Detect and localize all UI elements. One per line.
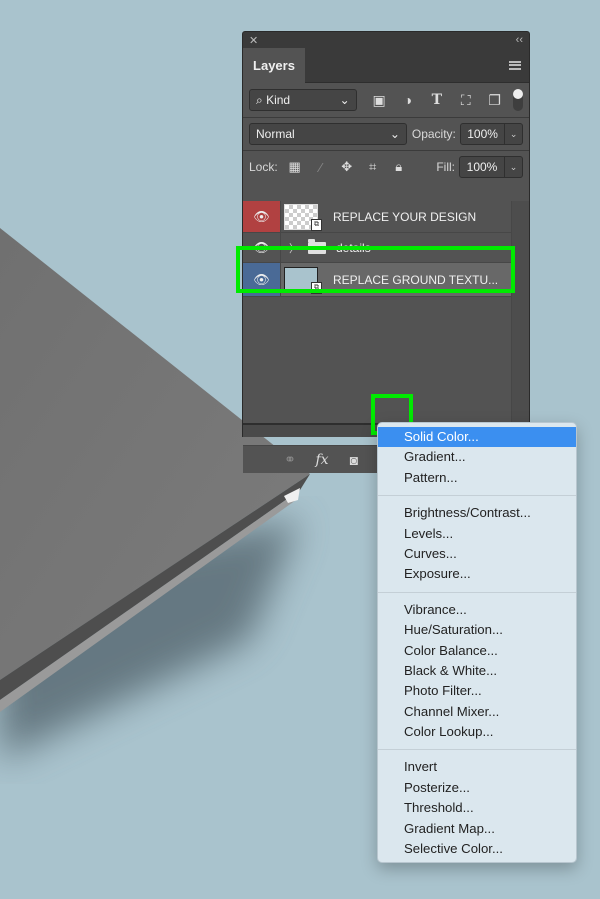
layer-thumbnail: ⧉ <box>284 266 326 294</box>
menu-item-invert[interactable]: Invert <box>378 757 576 777</box>
type-filter-icon[interactable]: T <box>422 92 451 108</box>
menu-item-curves[interactable]: Curves... <box>378 544 576 564</box>
smart-object-filter-icon[interactable]: ❐ <box>480 92 509 109</box>
layer-list: 👁︎ ⧉ REPLACE YOUR DESIGN 👁︎ 〉 details 👁︎… <box>243 201 511 297</box>
smart-object-icon: ⧉ <box>311 218 322 231</box>
chevron-down-icon: ⌄ <box>339 93 350 107</box>
chevron-down-icon: ⌄ <box>389 127 400 141</box>
layer-name: REPLACE YOUR DESIGN <box>333 209 477 224</box>
menu-item-vibrance[interactable]: Vibrance... <box>378 600 576 620</box>
menu-item-color-lookup[interactable]: Color Lookup... <box>378 722 576 742</box>
eye-icon[interactable]: 👁︎ <box>243 201 281 232</box>
fx-icon[interactable]: fx <box>306 452 338 468</box>
menu-item-brightness-contrast[interactable]: Brightness/Contrast... <box>378 503 576 523</box>
lock-all-icon[interactable]: 🔒︎ <box>386 159 412 175</box>
lock-brush-icon[interactable]: ⁄ <box>308 160 334 175</box>
layer-list-scrollbar[interactable] <box>511 201 529 433</box>
opacity-dropdown[interactable]: ⌄ <box>505 123 523 145</box>
layers-panel: ✕ ‹‹ Layers ⌕ Kind ⌄ ▣ ◑ T ⛶ ❐ Normal ⌄ … <box>242 31 530 473</box>
filter-kind-label: Kind <box>266 92 291 107</box>
menu-item-black-white[interactable]: Black & White... <box>378 661 576 681</box>
opacity-input[interactable]: 100% <box>459 123 506 145</box>
blend-mode-select[interactable]: Normal ⌄ <box>249 123 407 145</box>
menu-item-exposure[interactable]: Exposure... <box>378 564 576 584</box>
close-icon[interactable]: ✕ <box>249 34 258 47</box>
lock-label: Lock: <box>249 160 278 174</box>
menu-item-threshold[interactable]: Threshold... <box>378 798 576 818</box>
fill-dropdown[interactable]: ⌄ <box>505 156 523 178</box>
adjustment-filter-icon[interactable]: ◑ <box>394 92 423 108</box>
panel-titlebar: ✕ ‹‹ <box>243 32 529 48</box>
mask-icon[interactable]: ◙ <box>338 452 370 468</box>
filter-kind-select[interactable]: ⌕ Kind ⌄ <box>249 89 357 111</box>
filter-toggle[interactable] <box>513 89 524 111</box>
layer-row[interactable]: 👁︎ ⧉ REPLACE YOUR DESIGN <box>243 201 511 233</box>
fill-input[interactable]: 100% <box>459 156 505 178</box>
eye-icon[interactable]: 👁︎ <box>243 263 281 296</box>
link-icon[interactable]: ⚭ <box>274 451 306 468</box>
layer-row-selected[interactable]: 👁︎ ⧉ REPLACE GROUND TEXTU... <box>243 263 511 297</box>
fill-label: Fill: <box>436 160 455 174</box>
menu-item-gradient-map[interactable]: Gradient Map... <box>378 819 576 839</box>
menu-separator <box>378 749 576 751</box>
panel-menu-icon[interactable] <box>509 60 521 70</box>
collapse-icon[interactable]: ‹‹ <box>516 34 523 46</box>
image-filter-icon[interactable]: ▣ <box>365 92 394 109</box>
chevron-right-icon[interactable]: 〉 <box>289 240 300 256</box>
menu-item-photo-filter[interactable]: Photo Filter... <box>378 681 576 701</box>
adjustment-layer-menu: Solid Color... Gradient... Pattern... Br… <box>377 422 577 863</box>
menu-separator <box>378 495 576 497</box>
eye-icon[interactable]: 👁︎ <box>243 233 281 262</box>
menu-item-selective-color[interactable]: Selective Color... <box>378 839 576 859</box>
shape-filter-icon[interactable]: ⛶ <box>451 92 480 109</box>
menu-item-color-balance[interactable]: Color Balance... <box>378 641 576 661</box>
menu-item-solid-color[interactable]: Solid Color... <box>378 427 576 448</box>
folder-icon <box>308 238 326 254</box>
menu-item-hue-saturation[interactable]: Hue/Saturation... <box>378 620 576 640</box>
opacity-label: Opacity: <box>411 127 456 141</box>
lock-transparent-icon[interactable]: ▦ <box>282 159 308 175</box>
search-icon: ⌕ <box>256 92 263 107</box>
layer-thumbnail: ⧉ <box>284 203 326 231</box>
menu-item-gradient[interactable]: Gradient... <box>378 447 576 467</box>
menu-item-posterize[interactable]: Posterize... <box>378 778 576 798</box>
menu-separator <box>378 591 576 593</box>
menu-item-pattern[interactable]: Pattern... <box>378 468 576 488</box>
menu-item-channel-mixer[interactable]: Channel Mixer... <box>378 702 576 722</box>
menu-item-levels[interactable]: Levels... <box>378 524 576 544</box>
layer-name: REPLACE GROUND TEXTU... <box>333 272 499 287</box>
smart-object-icon: ⧉ <box>311 281 322 294</box>
tab-layers[interactable]: Layers <box>243 48 305 83</box>
layer-row[interactable]: 👁︎ 〉 details <box>243 233 511 263</box>
lock-artboard-icon[interactable]: ⌗ <box>360 159 386 175</box>
layer-name: details <box>336 240 371 255</box>
blend-mode-value: Normal <box>256 127 295 141</box>
lock-position-icon[interactable]: ✥ <box>334 159 360 175</box>
